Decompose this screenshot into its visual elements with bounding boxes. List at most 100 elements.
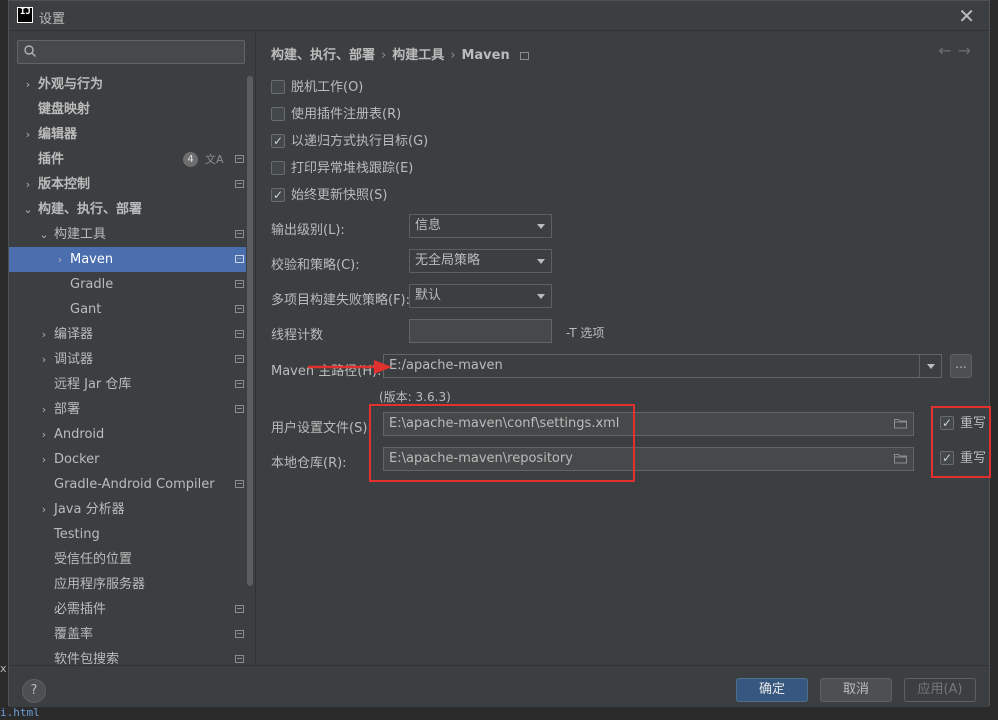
chevron-right-icon[interactable]: › bbox=[23, 122, 33, 147]
chevron-right-icon[interactable]: › bbox=[39, 447, 49, 472]
sidebar-item[interactable]: › 部署 bbox=[9, 397, 246, 422]
sidebar-item[interactable]: Gradle-Android Compiler bbox=[9, 472, 246, 497]
output-level-select[interactable]: 信息 bbox=[409, 214, 552, 238]
sidebar-item-label: Testing bbox=[54, 527, 100, 542]
background-editor-strip bbox=[0, 706, 998, 720]
sidebar-item[interactable]: Gant bbox=[9, 297, 246, 322]
select-value: 无全局策略 bbox=[415, 253, 481, 268]
checkbox-box-checked[interactable] bbox=[271, 185, 285, 205]
checksum-policy-label: 校验和策略(C): bbox=[271, 258, 360, 273]
sidebar-item[interactable]: 远程 Jar 仓库 bbox=[9, 372, 246, 397]
sidebar-item[interactable]: › Android bbox=[9, 422, 246, 447]
folder-icon[interactable] bbox=[894, 418, 907, 429]
back-arrow-icon[interactable]: ← bbox=[938, 41, 957, 60]
browse-maven-home-button[interactable]: ... bbox=[950, 354, 972, 378]
chevron-down-icon[interactable]: ⌄ bbox=[39, 222, 49, 247]
sidebar-item[interactable]: 受信任的位置 bbox=[9, 547, 246, 572]
chevron-down-icon[interactable]: ⌄ bbox=[23, 197, 33, 222]
sidebar-item[interactable]: › 版本控制 bbox=[9, 172, 246, 197]
select-value: 信息 bbox=[415, 218, 442, 233]
apply-button[interactable]: 应用(A) bbox=[904, 678, 976, 702]
checkbox-box[interactable] bbox=[271, 160, 285, 175]
sidebar-item[interactable]: Testing bbox=[9, 522, 246, 547]
breadcrumb-separator: › bbox=[450, 48, 456, 63]
recursive-goals-checkbox[interactable]: 以递归方式执行目标(G) bbox=[271, 131, 429, 152]
sidebar-item[interactable]: 覆盖率 bbox=[9, 622, 246, 647]
checkbox-box-checked[interactable] bbox=[271, 131, 285, 151]
multiproject-fail-policy-label: 多项目构建失败策略(F): bbox=[271, 293, 411, 308]
sidebar-item[interactable]: › 编辑器 bbox=[9, 122, 246, 147]
sidebar-item[interactable]: › 调试器 bbox=[9, 347, 246, 372]
chevron-right-icon[interactable]: › bbox=[55, 247, 65, 272]
cancel-button[interactable]: 取消 bbox=[820, 678, 892, 702]
chevron-right-icon[interactable]: › bbox=[39, 422, 49, 447]
sidebar-item[interactable]: ⌄ 构建工具 bbox=[9, 222, 246, 247]
settings-sidebar: › 外观与行为 键盘映射 › 编辑器 插件 4 文A › 版本控制 ⌄ 构建、执行、部署 ⌄ 构建工具 › M… bbox=[9, 32, 254, 667]
local-repository-input[interactable]: E:\apache-maven\repository bbox=[383, 447, 914, 471]
chevron-right-icon[interactable]: › bbox=[39, 497, 49, 522]
chevron-down-icon[interactable] bbox=[919, 355, 941, 377]
chevron-right-icon[interactable]: › bbox=[23, 72, 33, 97]
chevron-right-icon[interactable]: › bbox=[39, 322, 49, 347]
sidebar-item-label: 编译器 bbox=[54, 327, 94, 342]
checkbox-box-checked[interactable] bbox=[940, 448, 954, 468]
offline-checkbox[interactable]: 脱机工作(O) bbox=[271, 78, 363, 98]
project-scope-icon bbox=[235, 380, 244, 388]
checkbox-label: 重写 bbox=[960, 416, 987, 431]
forward-arrow-icon[interactable]: → bbox=[958, 41, 977, 60]
sidebar-item-label: 应用程序服务器 bbox=[54, 577, 146, 592]
thread-count-label: 线程计数 bbox=[271, 328, 324, 343]
background-filename: i.html bbox=[0, 706, 40, 719]
sidebar-item-label: Gant bbox=[70, 302, 102, 317]
chevron-right-icon[interactable]: › bbox=[39, 347, 49, 372]
sidebar-scrollbar[interactable] bbox=[247, 76, 253, 586]
sidebar-item-label: Docker bbox=[54, 452, 100, 467]
chevron-down-icon bbox=[537, 259, 545, 264]
user-settings-input[interactable]: E:\apache-maven\conf\settings.xml bbox=[383, 412, 914, 436]
sidebar-item[interactable]: 插件 4 文A bbox=[9, 147, 246, 172]
sidebar-item[interactable]: 键盘映射 bbox=[9, 97, 246, 122]
close-icon[interactable]: ✕ bbox=[958, 4, 975, 28]
translate-icon: 文A bbox=[205, 153, 224, 166]
thread-count-input[interactable] bbox=[409, 319, 552, 343]
override-user-settings-checkbox[interactable]: 重写 bbox=[940, 413, 987, 434]
sidebar-item[interactable]: › Maven bbox=[9, 247, 246, 272]
sidebar-item[interactable]: 必需插件 bbox=[9, 597, 246, 622]
multiproject-fail-policy-select[interactable]: 默认 bbox=[409, 284, 552, 308]
sidebar-item[interactable]: › 外观与行为 bbox=[9, 72, 246, 97]
chevron-right-icon[interactable]: › bbox=[23, 172, 33, 197]
chevron-right-icon[interactable]: › bbox=[39, 397, 49, 422]
always-update-snapshots-checkbox[interactable]: 始终更新快照(S) bbox=[271, 185, 387, 206]
ok-button[interactable]: 确定 bbox=[736, 678, 808, 702]
checkbox-box-checked[interactable] bbox=[940, 413, 954, 433]
sidebar-item[interactable]: › Docker bbox=[9, 447, 246, 472]
sidebar-item-label: 受信任的位置 bbox=[54, 552, 133, 567]
maven-version-text: (版本: 3.6.3) bbox=[379, 390, 451, 404]
checkbox-label: 使用插件注册表(R) bbox=[291, 107, 402, 122]
checkbox-label: 以递归方式执行目标(G) bbox=[291, 134, 429, 149]
settings-dialog: IJ 设置 ✕ › 外观与行为 键盘映射 › 编辑器 插件 4 文A › 版本控制 ⌄ 构建、执行、部… bbox=[8, 0, 991, 707]
plugin-registry-checkbox[interactable]: 使用插件注册表(R) bbox=[271, 105, 401, 125]
sidebar-item[interactable]: 应用程序服务器 bbox=[9, 572, 246, 597]
override-local-repository-checkbox[interactable]: 重写 bbox=[940, 448, 987, 469]
sidebar-item[interactable]: › 编译器 bbox=[9, 322, 246, 347]
breadcrumb-separator: › bbox=[381, 48, 387, 63]
folder-icon[interactable] bbox=[894, 453, 907, 464]
user-settings-value: E:\apache-maven\conf\settings.xml bbox=[389, 416, 620, 431]
checkbox-box[interactable] bbox=[271, 106, 285, 121]
sidebar-item[interactable]: › Java 分析器 bbox=[9, 497, 246, 522]
help-button[interactable]: ? bbox=[22, 679, 46, 703]
checkbox-box[interactable] bbox=[271, 79, 285, 94]
sidebar-item-label: Java 分析器 bbox=[54, 502, 125, 517]
sidebar-item-label: 构建工具 bbox=[54, 227, 107, 242]
maven-home-combobox[interactable]: E:/apache-maven bbox=[383, 354, 942, 378]
checksum-policy-select[interactable]: 无全局策略 bbox=[409, 249, 552, 273]
sidebar-item-label: 插件 bbox=[38, 152, 65, 167]
settings-search-input[interactable] bbox=[17, 40, 245, 64]
breadcrumb-item: 构建工具 bbox=[392, 48, 445, 63]
checkbox-label: 重写 bbox=[960, 451, 987, 466]
sidebar-item[interactable]: Gradle bbox=[9, 272, 246, 297]
print-stacktrace-checkbox[interactable]: 打印异常堆栈跟踪(E) bbox=[271, 159, 413, 179]
sidebar-item-label: 构建、执行、部署 bbox=[38, 202, 143, 217]
sidebar-item[interactable]: ⌄ 构建、执行、部署 bbox=[9, 197, 246, 222]
